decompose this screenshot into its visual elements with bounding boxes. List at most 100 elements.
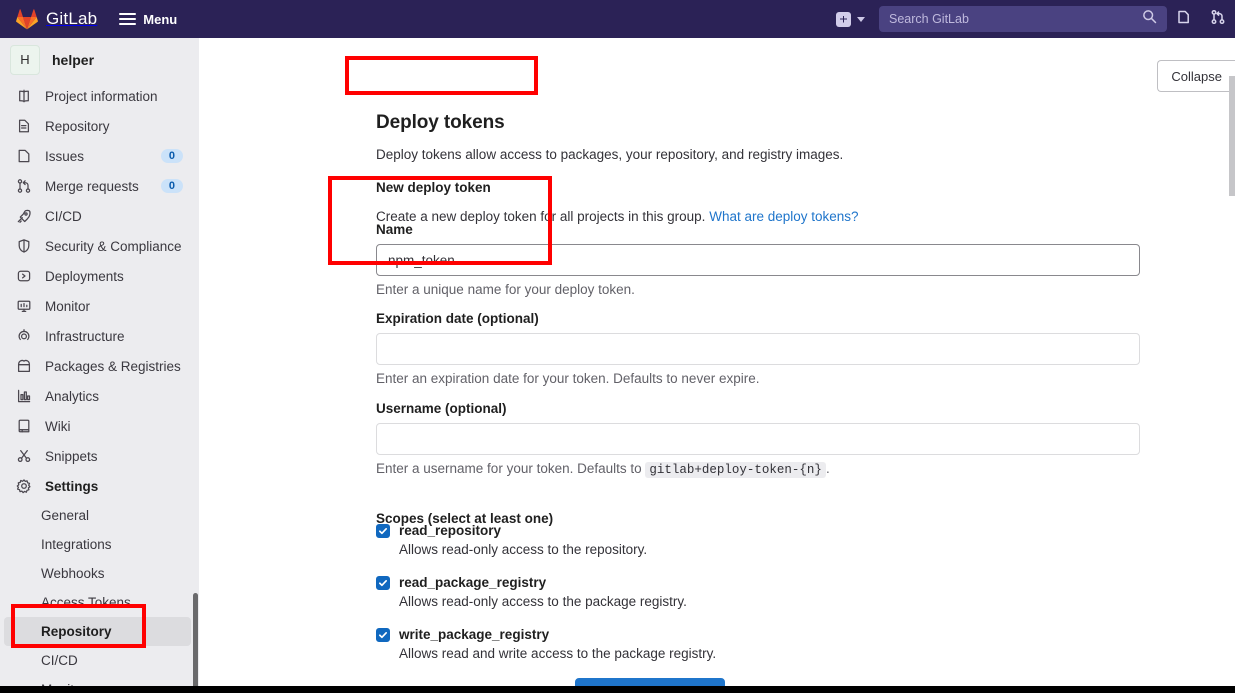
- scope-checkbox-read-package-registry[interactable]: [376, 575, 390, 590]
- merge-request-icon: [16, 178, 32, 194]
- create-deploy-token-button[interactable]: Create deploy token: [575, 678, 726, 686]
- sidebar-subitem-repository[interactable]: Repository: [4, 617, 191, 646]
- sidebar-item-label: Project information: [45, 88, 158, 104]
- sidebar-subitem-label: CI/CD: [41, 653, 78, 668]
- sidebar-subitem-ci-cd[interactable]: CI/CD: [4, 646, 191, 675]
- sidebar-item-label: Monitor: [45, 298, 91, 314]
- page-title: Deploy tokens: [376, 111, 505, 133]
- avatar: H: [10, 44, 40, 75]
- sidebar-item-project-information[interactable]: Project information: [4, 81, 191, 111]
- project-header[interactable]: H helper: [0, 38, 199, 81]
- sidebar-scroll-container: H helper Project information Repository Is…: [0, 38, 199, 686]
- scope-name: read_repository: [399, 523, 502, 538]
- scope-description: Allows read-only access to the package r…: [399, 594, 687, 609]
- sidebar-item-repository[interactable]: Repository: [4, 111, 191, 141]
- sidebar-item-badge: 0: [160, 149, 183, 163]
- sidebar-item-label: Settings: [45, 478, 99, 494]
- sidebar-item-analytics[interactable]: Analytics: [4, 381, 191, 411]
- expiration-field-label: Expiration date (optional): [376, 311, 539, 326]
- sidebar-subitem-monitor[interactable]: Monitor: [4, 675, 191, 686]
- sidebar-subitem-webhooks[interactable]: Webhooks: [4, 559, 191, 588]
- gitlab-tanuki-icon: [16, 8, 38, 30]
- content-scrollbar[interactable]: [1229, 76, 1235, 196]
- monitor-icon: [16, 298, 32, 314]
- document-icon: [16, 118, 32, 134]
- sidebar-item-label: Security & Compliance: [45, 238, 182, 254]
- sidebar-nav-list: Project information Repository Issues 0 Merg…: [0, 81, 199, 686]
- deployments-icon: [16, 268, 32, 284]
- sidebar-item-monitor[interactable]: Monitor: [4, 291, 191, 321]
- expiration-date-input[interactable]: [376, 333, 1140, 365]
- package-icon: [16, 358, 32, 374]
- scope-header: read_repository: [376, 523, 1076, 538]
- sidebar-item-settings[interactable]: Settings: [4, 471, 191, 501]
- sidebar-subitem-access-tokens[interactable]: Access Tokens: [4, 588, 191, 617]
- search-input[interactable]: Search GitLab: [879, 6, 1167, 32]
- scope-header: write_package_registry: [376, 627, 1076, 642]
- sidebar-item-deployments[interactable]: Deployments: [4, 261, 191, 291]
- sidebar-item-label: Snippets: [45, 448, 98, 464]
- sidebar-scrollbar[interactable]: [193, 593, 198, 686]
- sidebar-item-infrastructure[interactable]: Infrastructure: [4, 321, 191, 351]
- issues-nav-button[interactable]: [1167, 0, 1201, 38]
- merge-request-icon: [1210, 9, 1226, 30]
- sidebar-item-wiki[interactable]: Wiki: [4, 411, 191, 441]
- sidebar-subitem-label: Repository: [41, 624, 112, 639]
- sidebar-item-label: Repository: [45, 118, 110, 134]
- expiration-field-help: Enter an expiration date for your token.…: [376, 371, 760, 386]
- sidebar-subitem-general[interactable]: General: [4, 501, 191, 530]
- sidebar-item-issues[interactable]: Issues 0: [4, 141, 191, 171]
- scope-row: read_repository Allows read-only access t…: [376, 523, 1076, 557]
- sidebar-item-label: Wiki: [45, 418, 71, 434]
- main-menu-button[interactable]: Menu: [119, 12, 177, 27]
- hamburger-icon: [119, 13, 137, 25]
- name-field-help: Enter a unique name for your deploy toke…: [376, 282, 635, 297]
- scope-row: write_package_registry Allows read and wr…: [376, 627, 1076, 661]
- rocket-icon: [16, 208, 32, 224]
- scope-header: read_package_registry: [376, 575, 1076, 590]
- sidebar-item-label: CI/CD: [45, 208, 82, 224]
- search-icon: [1142, 9, 1157, 29]
- sidebar-item-label: Merge requests: [45, 178, 139, 194]
- sidebar-item-badge: 0: [160, 179, 183, 193]
- sidebar-subitem-label: General: [41, 508, 90, 523]
- scope-description: Allows read and write access to the pack…: [399, 646, 717, 661]
- page-subtitle: Deploy tokens allow access to packages, …: [376, 146, 844, 162]
- scope-checkbox-write-package-registry[interactable]: [376, 627, 390, 642]
- section-title: New deploy token: [376, 180, 491, 196]
- search-placeholder: Search GitLab: [889, 12, 969, 26]
- merge-requests-nav-button[interactable]: [1201, 0, 1235, 38]
- username-input[interactable]: [376, 423, 1140, 455]
- sidebar-item-security-compliance[interactable]: Security & Compliance: [4, 231, 191, 261]
- username-help-suffix: .: [825, 461, 830, 476]
- gitlab-home-link[interactable]: GitLab: [0, 0, 97, 38]
- scope-checkbox-read-repository[interactable]: [376, 523, 390, 538]
- sidebar-item-label: Infrastructure: [45, 328, 125, 344]
- issues-icon: [16, 148, 32, 164]
- sidebar-item-ci-cd[interactable]: CI/CD: [4, 201, 191, 231]
- gitlab-wordmark: GitLab: [46, 9, 98, 28]
- plus-square-icon: [836, 11, 851, 27]
- sidebar-item-label: Issues: [45, 148, 85, 164]
- username-field-help: Enter a username for your token. Default…: [376, 461, 1140, 478]
- collapse-button[interactable]: Collapse: [1157, 60, 1235, 92]
- sidebar-item-label: Deployments: [45, 268, 124, 284]
- sidebar-subitem-integrations[interactable]: Integrations: [4, 530, 191, 559]
- sidebar-item-packages-registries[interactable]: Packages & Registries: [4, 351, 191, 381]
- sidebar-item-merge-requests[interactable]: Merge requests 0: [4, 171, 191, 201]
- create-new-dropdown[interactable]: [836, 11, 865, 27]
- sidebar-item-snippets[interactable]: Snippets: [4, 441, 191, 471]
- chevron-down-icon: [857, 16, 865, 22]
- top-navbar: GitLab Menu Search GitLab: [0, 0, 1235, 38]
- project-name: helper: [52, 51, 95, 68]
- username-help-code: gitlab+deploy-token-{n}: [645, 462, 826, 478]
- sidebar-subitem-label: Access Tokens: [41, 595, 131, 610]
- name-input[interactable]: [376, 244, 1140, 276]
- scissors-icon: [16, 448, 32, 464]
- cloud-gear-icon: [16, 328, 32, 344]
- name-field-label: Name: [376, 222, 413, 237]
- scope-row: read_package_registry Allows read-only ac…: [376, 575, 1076, 609]
- sidebar-subitem-label: Integrations: [41, 537, 112, 552]
- scope-description: Allows read-only access to the repositor…: [399, 542, 648, 557]
- project-information-icon: [16, 88, 32, 104]
